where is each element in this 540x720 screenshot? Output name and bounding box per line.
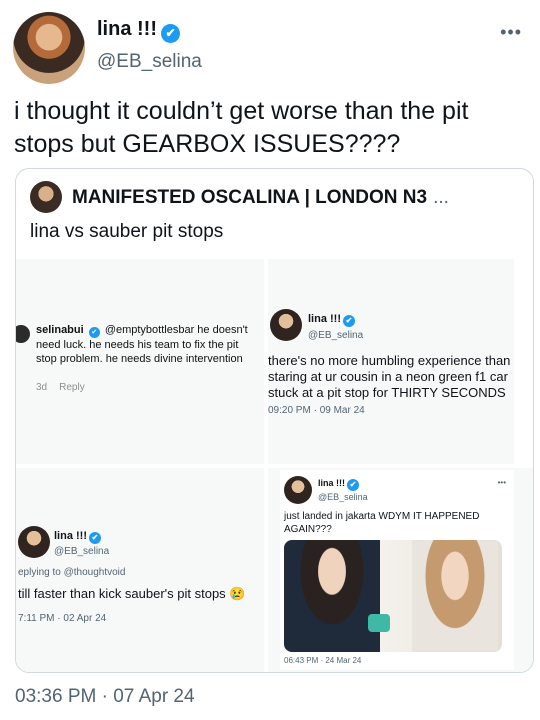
tweet-text: i thought it couldn’t get worse than the…: [14, 97, 469, 158]
photo-person-left: [284, 540, 380, 652]
quote-tweet-card[interactable]: MANIFESTED OSCALINA | LONDON N3... lina …: [15, 168, 534, 673]
embedded-name-text: lina !!!: [308, 313, 341, 325]
verified-icon: ✔: [89, 532, 101, 544]
embedded-handle: @EB_selina: [54, 546, 110, 557]
photo-person-right: [412, 540, 498, 652]
embedded-tweet-card: lina !!! ✔ @EB_selina ••• just landed in …: [280, 470, 514, 670]
embedded-more-icon: •••: [497, 478, 506, 487]
comment-age: 3d: [36, 382, 48, 393]
more-options-icon[interactable]: •••: [500, 22, 522, 43]
embedded-name: lina !!! ✔: [318, 478, 359, 491]
embedded-name: lina !!! ✔: [308, 313, 355, 327]
embedded-time: 09:20 PM · 09 Mar 24: [268, 405, 365, 416]
verified-icon: ✔: [343, 315, 355, 327]
comment-meta: 3d Reply: [36, 382, 97, 393]
tweet-timestamp[interactable]: 03:36 PM · 07 Apr 24: [15, 686, 195, 708]
comment-mention: @emptybottlesbar: [104, 324, 195, 336]
quote-author-name[interactable]: MANIFESTED OSCALINA | LONDON N3...: [72, 187, 449, 209]
panel-tweet-bottom-left: lina !!! ✔ @EB_selina eplying to @thought…: [16, 468, 264, 672]
comment-text: selinabui ✔ @emptybottlesbar he doesn't …: [36, 323, 258, 366]
embedded-name-text: lina !!!: [54, 530, 87, 542]
embedded-handle: @EB_selina: [308, 330, 364, 341]
commenter-username: selinabui: [36, 324, 84, 336]
embedded-avatar: [284, 476, 312, 504]
author-handle[interactable]: @EB_selina: [97, 51, 202, 73]
quote-text: lina vs sauber pit stops: [30, 221, 224, 242]
photo-phone: [368, 614, 390, 632]
embedded-avatar: [270, 309, 302, 341]
verified-icon: ✔: [88, 327, 100, 338]
quote-author-avatar[interactable]: [30, 181, 62, 213]
verified-icon: ✔: [161, 24, 180, 43]
panel-tweet-bottom-right: lina !!! ✔ @EB_selina ••• just landed in …: [268, 468, 533, 672]
embedded-photo: [284, 540, 502, 652]
embedded-text: there's no more humbling experience than…: [268, 353, 511, 400]
verified-icon: ✔: [347, 479, 359, 491]
author-name-text[interactable]: lina !!!: [97, 18, 157, 40]
embedded-text: just landed in jakarta WDYM IT HAPPENED …: [284, 511, 480, 535]
embedded-name: lina !!! ✔: [54, 530, 101, 544]
embedded-name-text: lina !!!: [318, 478, 345, 488]
author-name[interactable]: lina !!! ✔: [97, 18, 180, 43]
embedded-handle: @EB_selina: [318, 492, 368, 502]
comment-reply-label: Reply: [59, 382, 85, 393]
embedded-text: till faster than kick sauber's pit stops…: [18, 586, 246, 601]
commenter-avatar: [16, 325, 30, 343]
quote-name-ellipsis: ...: [433, 187, 449, 208]
panel-tweet-top-right: lina !!! ✔ @EB_selina there's no more hum…: [268, 259, 514, 464]
embedded-time: 7:11 PM · 02 Apr 24: [18, 613, 107, 624]
quote-author-name-text: MANIFESTED OSCALINA | LONDON N3: [72, 187, 428, 208]
embedded-replying-to: eplying to @thoughtvoid: [18, 567, 126, 578]
embedded-avatar: [18, 526, 50, 558]
embedded-time: 06:43 PM · 24 Mar 24: [284, 656, 362, 665]
panel-instagram-comment: selinabui ✔ @emptybottlesbar he doesn't …: [16, 259, 264, 464]
author-avatar[interactable]: [13, 12, 85, 84]
